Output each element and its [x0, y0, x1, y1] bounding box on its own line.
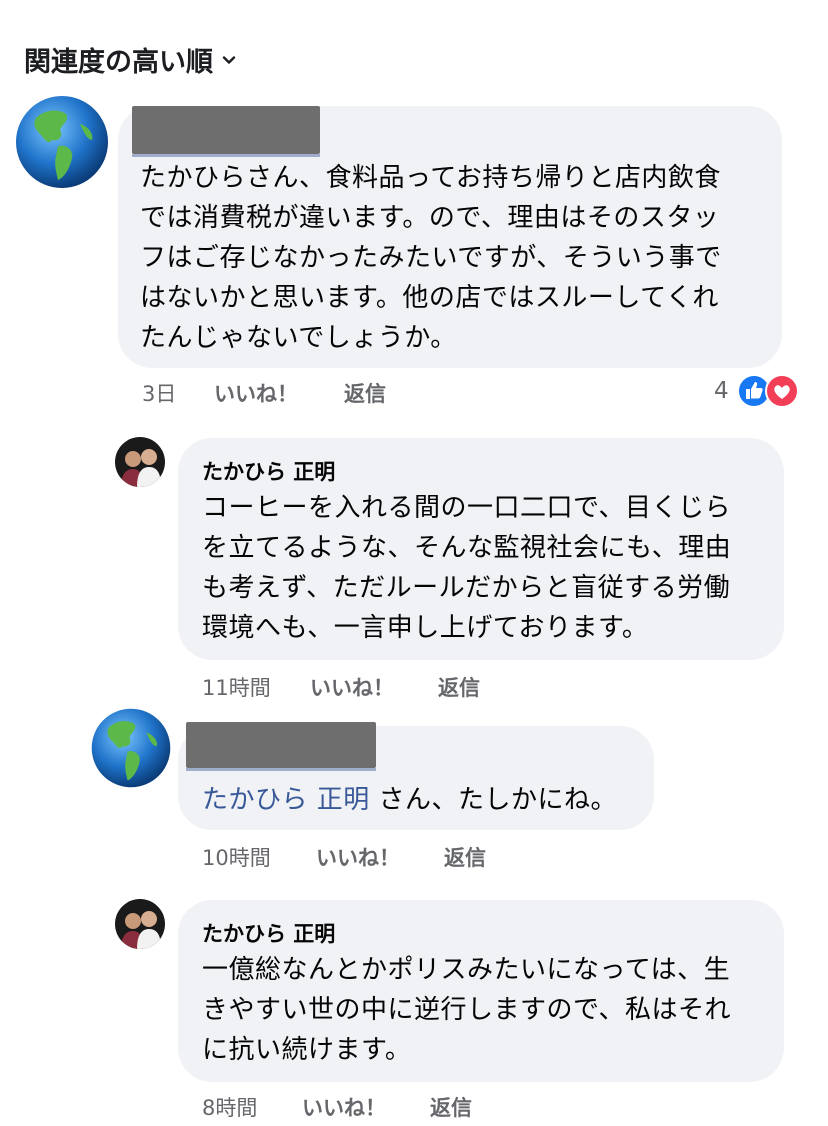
globe-icon — [16, 96, 108, 188]
comment-bubble: たかひら 正明 一億総なんとかポリスみたいになっては、生 きやすい世の中に逆行し… — [178, 900, 784, 1082]
like-button[interactable]: いいね！ — [302, 1092, 430, 1122]
comment-text: たかひら 正明 さん、たしかにね。 — [202, 785, 618, 815]
comment-timestamp[interactable]: 3日 — [142, 378, 214, 408]
love-icon — [764, 374, 799, 408]
comment-actions: 3日 いいね！ 返信 — [142, 378, 386, 408]
sort-dropdown[interactable]: 関連度の高い順 — [24, 40, 237, 79]
reply-button[interactable]: 返信 — [438, 672, 480, 702]
profile-photo — [115, 899, 165, 949]
redacted-author-name — [186, 722, 376, 771]
comment-bubble: たかひら 正明 コーヒーを入れる間の一口二口で、目くじら を立てるような、そんな… — [178, 438, 784, 660]
comment-bubble: たかひら 正明 さん、たしかにね。 — [178, 722, 654, 830]
redacted-author-name — [132, 106, 320, 157]
mention-link[interactable]: たかひら 正明 — [202, 785, 370, 815]
reply-button[interactable]: 返信 — [344, 378, 386, 408]
reply-button[interactable]: 返信 — [430, 1092, 472, 1122]
comment-actions: 8時間 いいね！ 返信 — [202, 1092, 472, 1122]
comment-author[interactable]: たかひら 正明 — [202, 456, 335, 486]
profile-photo — [115, 437, 165, 487]
avatar[interactable] — [14, 94, 110, 190]
comment-actions: 10時間 いいね！ 返信 — [202, 842, 486, 872]
comment-bubble: たかひらさん、食料品ってお持ち帰りと店内飲食 では消費税が違います。ので、理由は… — [118, 106, 782, 368]
avatar[interactable] — [115, 899, 165, 949]
reaction-count: 4 — [714, 378, 729, 404]
comment-timestamp[interactable]: 8時間 — [202, 1092, 302, 1122]
comment-timestamp[interactable]: 11時間 — [202, 672, 310, 702]
comment-timestamp[interactable]: 10時間 — [202, 842, 316, 872]
comment-text: コーヒーを入れる間の一口二口で、目くじら を立てるような、そんな監視社会にも、理… — [202, 493, 732, 643]
like-button[interactable]: いいね！ — [316, 842, 444, 872]
chevron-down-icon — [222, 55, 236, 64]
like-button[interactable]: いいね！ — [214, 378, 344, 408]
sort-label: 関連度の高い順 — [24, 47, 213, 78]
avatar[interactable] — [90, 707, 172, 789]
reaction-summary[interactable]: 4 — [714, 374, 799, 408]
globe-icon — [91, 708, 171, 788]
reply-button[interactable]: 返信 — [444, 842, 486, 872]
comment-actions: 11時間 いいね！ 返信 — [202, 672, 480, 702]
comment-text: 一億総なんとかポリスみたいになっては、生 きやすい世の中に逆行しますので、私はそ… — [202, 955, 731, 1065]
like-button[interactable]: いいね！ — [310, 672, 438, 702]
avatar[interactable] — [115, 437, 165, 487]
comment-text: たかひらさん、食料品ってお持ち帰りと店内飲食 では消費税が違います。ので、理由は… — [140, 163, 722, 353]
comment-author[interactable]: たかひら 正明 — [202, 918, 335, 948]
